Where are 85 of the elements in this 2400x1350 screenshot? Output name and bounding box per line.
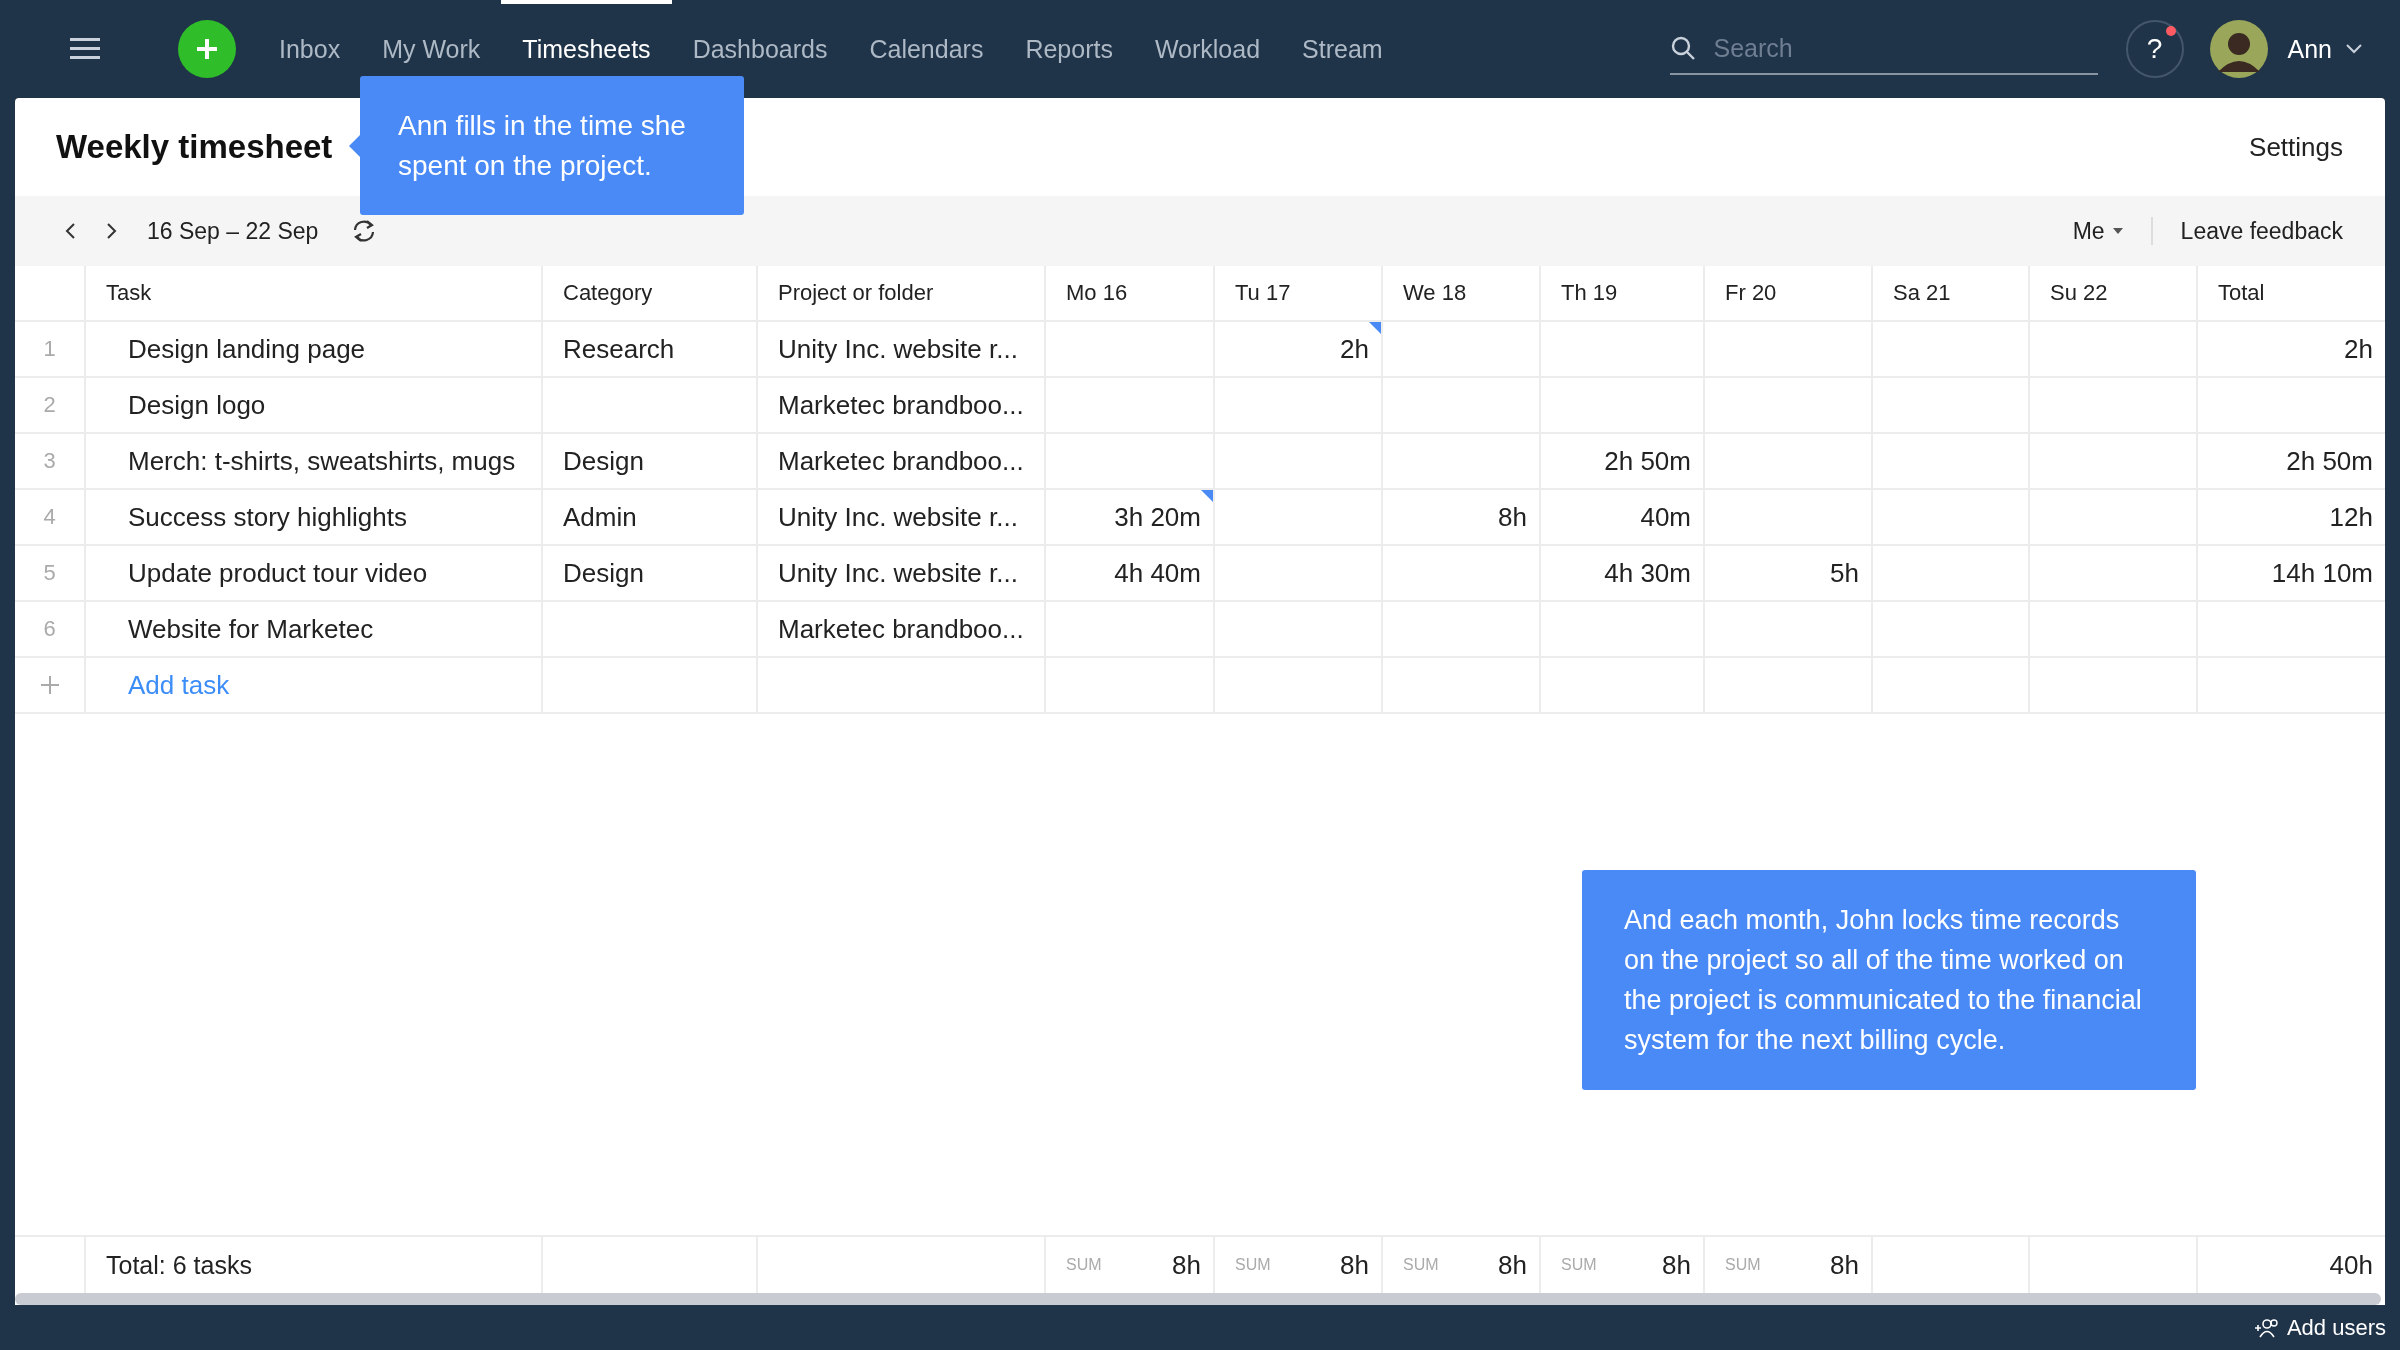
task-name: Design landing page xyxy=(128,333,366,365)
dropdown-label: Me xyxy=(2072,217,2105,245)
total-value: 2h 50m xyxy=(2286,445,2373,477)
column-header: We 18 xyxy=(1403,280,1467,306)
project-text: Marketec brandboo... xyxy=(778,445,1024,477)
sum-label: SUM xyxy=(1066,1256,1102,1274)
nav-tab[interactable]: Stream xyxy=(1281,0,1404,98)
row-number: 3 xyxy=(43,448,56,474)
page-title: Weekly timesheet xyxy=(56,128,333,166)
feedback-link[interactable]: Leave feedback xyxy=(2180,217,2343,245)
search-field[interactable]: Search xyxy=(1669,23,2098,75)
assignee-dropdown[interactable]: Me xyxy=(2072,217,2123,245)
category-text: Admin xyxy=(563,501,637,533)
nav-tab[interactable]: Workload xyxy=(1133,0,1282,98)
project-text: Marketec brandboo... xyxy=(778,389,1024,421)
task-name: Update product tour video xyxy=(128,557,428,589)
add-icon[interactable] xyxy=(178,20,236,78)
sum-label: SUM xyxy=(1561,1256,1597,1274)
scrollbar[interactable] xyxy=(15,1293,2381,1305)
user-name[interactable]: Ann xyxy=(2287,34,2332,64)
menu-icon[interactable] xyxy=(70,38,100,60)
column-header: Total xyxy=(2218,280,2265,306)
total-tasks-label: Total: 6 tasks xyxy=(106,1250,252,1280)
column-header: Category xyxy=(563,280,653,306)
table-cell[interactable]: 8h xyxy=(1381,490,1539,544)
task-name: Website for Marketec xyxy=(128,613,374,645)
avatar[interactable] xyxy=(2209,20,2268,78)
chevron-left-icon[interactable] xyxy=(65,223,75,239)
column-header: Su 22 xyxy=(2050,280,2108,306)
total-value: 14h 10m xyxy=(2271,557,2373,589)
settings-link[interactable]: Settings xyxy=(2249,131,2343,163)
plus-icon[interactable] xyxy=(40,676,59,694)
sum-value: 8h xyxy=(1498,1249,1527,1281)
row-number: 5 xyxy=(43,560,56,586)
column-header: Project or folder xyxy=(778,280,934,306)
total-value: 2h xyxy=(2344,333,2373,365)
add-user-icon xyxy=(2254,1317,2281,1338)
table-cell[interactable]: 40m xyxy=(1539,490,1703,544)
column-header: Mo 16 xyxy=(1066,280,1128,306)
column-header: Task xyxy=(106,280,152,306)
table-cell[interactable]: 2h xyxy=(1213,322,1381,376)
sum-label: SUM xyxy=(1725,1256,1761,1274)
nav-tab[interactable]: Inbox xyxy=(258,0,362,98)
sum-value: 8h xyxy=(1172,1249,1201,1281)
nav-tab[interactable]: Calendars xyxy=(848,0,1005,98)
task-name: Success story highlights xyxy=(128,501,407,533)
table-cell[interactable]: 5h xyxy=(1703,546,1871,600)
task-name: Design logo xyxy=(128,389,266,421)
sum-value: 8h xyxy=(1830,1249,1859,1281)
hint-tooltip: Ann fills in the time she spent on the project. xyxy=(360,76,744,215)
column-header: Tu 17 xyxy=(1235,280,1291,306)
chevron-right-icon[interactable] xyxy=(107,223,117,239)
add-users-button[interactable]: Add users xyxy=(2254,1314,2386,1341)
category-text: Research xyxy=(563,333,675,365)
sum-value: 8h xyxy=(1340,1249,1369,1281)
nav-tab[interactable]: Reports xyxy=(1004,0,1134,98)
category-text: Design xyxy=(563,445,644,477)
help-button[interactable]: ? xyxy=(2125,20,2184,78)
column-header: Fr 20 xyxy=(1725,280,1777,306)
chevron-down-icon[interactable] xyxy=(2346,44,2362,54)
sum-value: 8h xyxy=(1662,1249,1691,1281)
search-icon xyxy=(1669,35,1696,61)
row-number: 6 xyxy=(43,616,56,642)
row-number: 4 xyxy=(43,504,56,530)
table-cell[interactable]: 3h 20m xyxy=(1044,490,1213,544)
date-range: 16 Sep – 22 Sep xyxy=(147,217,319,245)
project-text: Unity Inc. website r... xyxy=(778,501,1018,533)
task-name: Merch: t-shirts, sweatshirts, mugs xyxy=(128,445,516,477)
total-value: 12h xyxy=(2329,501,2373,533)
project-text: Marketec brandboo... xyxy=(778,613,1024,645)
sum-label: SUM xyxy=(1403,1256,1439,1274)
hint-tooltip: And each month, John locks time records on the project so all of the time worked on the project is communicated to the financial system for the next billing cycle. xyxy=(1582,870,2196,1090)
row-number: 1 xyxy=(43,336,56,362)
caret-icon xyxy=(2112,228,2123,234)
table-cell[interactable]: 4h 40m xyxy=(1044,546,1213,600)
column-header: Th 19 xyxy=(1561,280,1618,306)
grand-total: 40h xyxy=(2329,1249,2373,1281)
row-number: 2 xyxy=(43,392,56,418)
table-cell[interactable]: 2h 50m xyxy=(1539,434,1703,488)
project-text: Unity Inc. website r... xyxy=(778,333,1018,365)
category-text: Design xyxy=(563,557,644,589)
sum-label: SUM xyxy=(1235,1256,1271,1274)
table-cell[interactable]: 4h 30m xyxy=(1539,546,1703,600)
project-text: Unity Inc. website r... xyxy=(778,557,1018,589)
column-header: Sa 21 xyxy=(1893,280,1951,306)
